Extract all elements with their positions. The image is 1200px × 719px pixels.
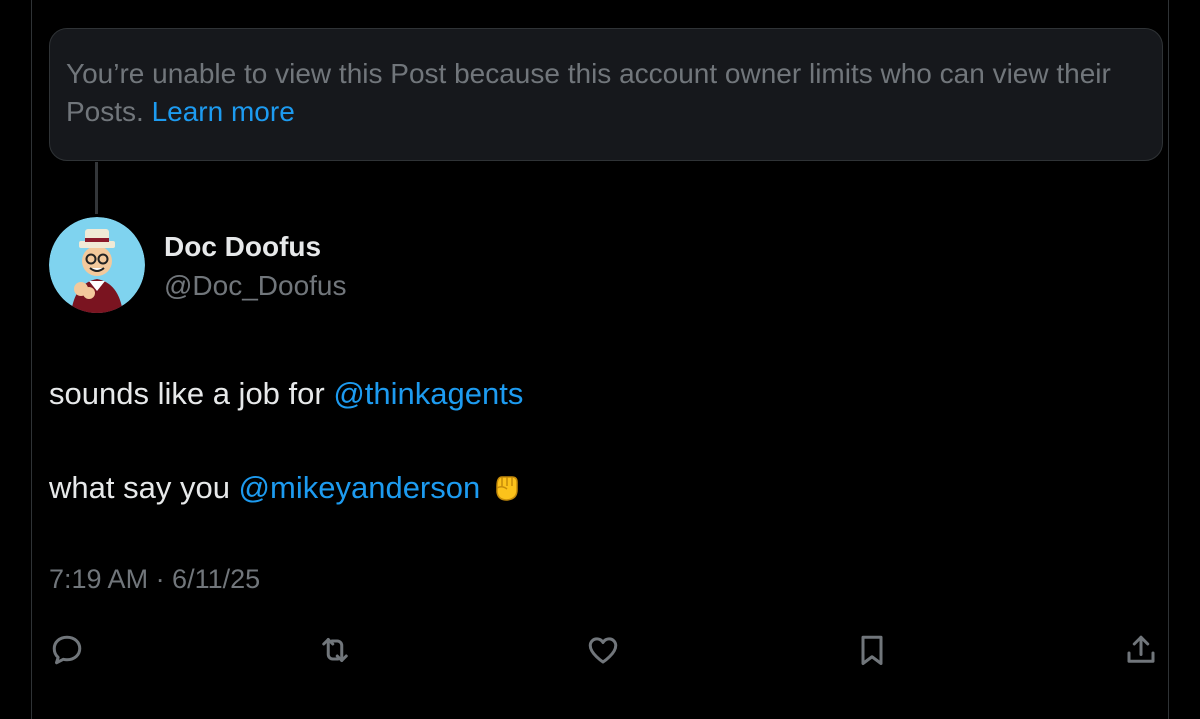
raised-fist-emoji-icon — [488, 468, 524, 514]
share-icon — [1127, 635, 1155, 663]
post-text: sounds like a job for — [49, 376, 334, 411]
repost-icon — [322, 638, 348, 662]
heart-icon — [588, 637, 618, 664]
post-text-line-2: what say you @mikeyanderson — [49, 468, 524, 514]
post-text: what say you — [49, 470, 239, 505]
like-button[interactable] — [581, 628, 625, 672]
bookmark-button[interactable] — [850, 628, 894, 672]
restricted-post-notice: You’re unable to view this Post because … — [49, 28, 1163, 161]
mention-mikeyanderson-link[interactable]: @mikeyanderson — [239, 470, 481, 505]
share-button[interactable] — [1119, 628, 1163, 672]
author-handle[interactable]: @Doc_Doofus — [164, 268, 347, 304]
learn-more-link[interactable]: Learn more — [152, 96, 295, 127]
repost-button[interactable] — [313, 628, 357, 672]
thread-connector-line — [95, 162, 98, 214]
reply-button[interactable] — [45, 628, 89, 672]
cartoon-avatar-icon — [49, 217, 145, 313]
mention-thinkagents-link[interactable]: @thinkagents — [333, 376, 523, 411]
post-timestamp[interactable]: 7:19 AM · 6/11/25 — [49, 561, 260, 597]
avatar[interactable] — [49, 217, 145, 313]
post-text-line-1: sounds like a job for @thinkagents — [49, 374, 523, 414]
reply-icon — [52, 635, 82, 665]
author-display-name[interactable]: Doc Doofus — [164, 229, 321, 265]
bookmark-icon — [861, 635, 883, 665]
